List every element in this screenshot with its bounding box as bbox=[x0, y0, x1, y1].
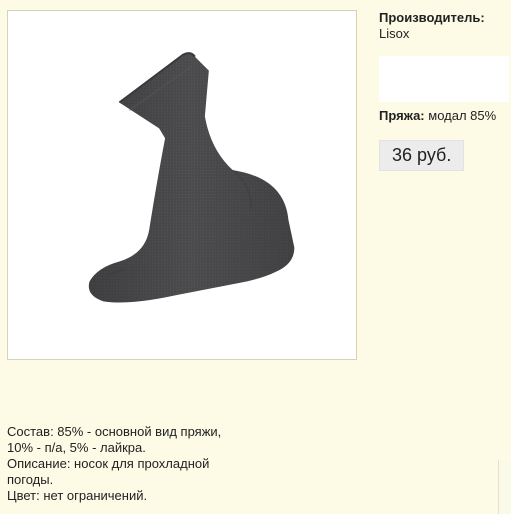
product-description: Состав: 85% - основной вид пряжи, 10% - … bbox=[7, 424, 267, 504]
yarn-value: модал 85% bbox=[428, 108, 497, 123]
description-line: погоды. bbox=[7, 472, 54, 487]
sock-image bbox=[88, 52, 295, 303]
price-badge: 36 руб. bbox=[379, 140, 465, 171]
description-line: Состав: 85% - основной вид пряжи, bbox=[7, 424, 222, 439]
scrollbar[interactable] bbox=[498, 460, 511, 514]
product-info: Производитель: Lisox Пряжа: модал 85% 36… bbox=[379, 10, 509, 171]
manufacturer-value: Lisox bbox=[379, 26, 410, 41]
brand-logo bbox=[379, 56, 509, 102]
description-line: Цвет: нет ограничений. bbox=[7, 488, 148, 503]
product-image bbox=[7, 10, 357, 360]
yarn-label: Пряжа: bbox=[379, 108, 425, 123]
description-line: 10% - п/а, 5% - лайкра. bbox=[7, 440, 146, 455]
description-line: Описание: носок для прохладной bbox=[7, 456, 210, 471]
yarn-info: Пряжа: модал 85% bbox=[379, 108, 507, 124]
manufacturer-label: Производитель: bbox=[379, 10, 485, 25]
